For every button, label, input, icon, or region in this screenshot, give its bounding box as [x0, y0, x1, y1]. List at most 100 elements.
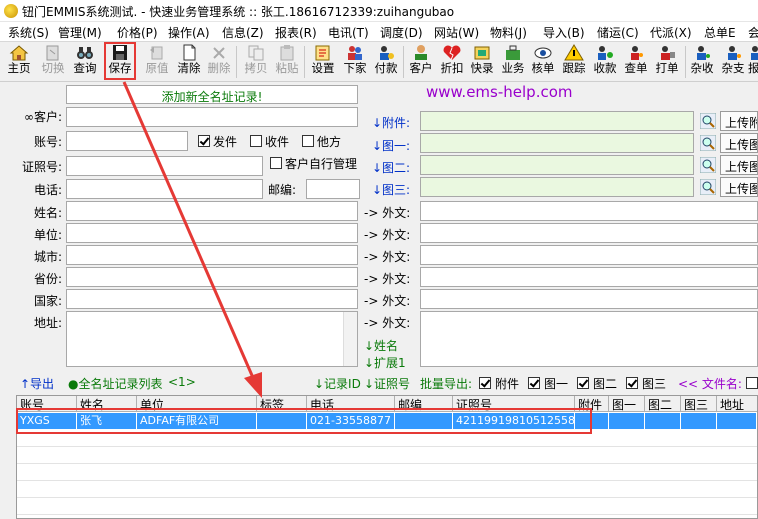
menu-master-order[interactable]: 总单E [704, 24, 736, 41]
other-party-checkbox[interactable] [302, 135, 314, 147]
province-input[interactable] [66, 267, 358, 287]
grid-line [17, 480, 757, 481]
col-header-pic1[interactable]: 图一 [609, 396, 645, 412]
export-pic1-checkbox[interactable] [528, 377, 540, 389]
upload-pic3-button[interactable]: 上传图 [720, 177, 758, 197]
account-input[interactable] [66, 131, 188, 151]
pic2-label[interactable]: ↓图二: [372, 159, 410, 176]
menu-info[interactable]: 信息(Z) [222, 24, 264, 41]
license-no-link[interactable]: ↓证照号 [364, 375, 410, 392]
self-manage-checkbox[interactable] [270, 157, 282, 169]
upload-pic2-button[interactable]: 上传图 [720, 155, 758, 175]
upload-pic1-button[interactable]: 上传图 [720, 133, 758, 153]
other-party-label: 他方 [317, 135, 342, 149]
col-header-pic2[interactable]: 图二 [645, 396, 681, 412]
upload-attach-button[interactable]: 上传附 [720, 111, 758, 131]
app-window: 钮门EMMIS系统测试. - 快速业务管理系统 :: 张工.1861671233… [0, 0, 758, 519]
home-icon [9, 44, 29, 61]
magnifier-icon[interactable] [699, 156, 717, 174]
settings-icon [313, 44, 333, 61]
country-input[interactable] [66, 289, 358, 309]
site-url[interactable]: www.ems-help.com [426, 83, 573, 101]
menu-import[interactable]: 导入(B) [543, 24, 585, 41]
foreign-address-textarea[interactable] [420, 311, 758, 367]
collect-icon [595, 44, 615, 61]
magnifier-icon[interactable] [699, 134, 717, 152]
sender-checkbox[interactable] [198, 135, 210, 147]
down-name-link[interactable]: ↓姓名 [364, 337, 398, 354]
restore-icon [147, 44, 167, 61]
grid-line [17, 514, 757, 515]
attach-input[interactable] [420, 111, 694, 131]
window-title: 钮门EMMIS系统测试. - 快速业务管理系统 :: 张工.1861671233… [22, 5, 455, 19]
export-attach-label: 附件 [495, 377, 520, 391]
print-order-button[interactable]: 打单 [652, 43, 682, 81]
foreign-country-input[interactable] [420, 289, 758, 309]
menu-report[interactable]: 报表(R) [275, 24, 317, 41]
query-button[interactable]: 查询 [70, 43, 100, 81]
misc-collect-icon [692, 44, 712, 61]
misc-pay-button[interactable]: 杂支 [718, 43, 748, 81]
foreign-address-label: -> 外文: [364, 316, 411, 330]
down-ext-link[interactable]: ↓扩展1 [364, 354, 406, 371]
menu-storage[interactable]: 储运(C) [597, 24, 639, 41]
pic1-input[interactable] [420, 133, 694, 153]
menu-website[interactable]: 网站(W) [434, 24, 479, 41]
filename-checkbox[interactable] [746, 377, 758, 389]
export-pic2-checkbox[interactable] [577, 377, 589, 389]
magnifier-icon[interactable] [699, 112, 717, 130]
license-label: 证照号: [21, 160, 62, 174]
receiver-checkbox[interactable] [250, 135, 262, 147]
unit-input[interactable] [66, 223, 358, 243]
business-icon [503, 44, 523, 61]
grid-line [17, 446, 757, 447]
magnifier-icon[interactable] [699, 178, 717, 196]
delete-button[interactable]: 删除 [204, 43, 234, 81]
grid-line [17, 497, 757, 498]
payment-button[interactable]: 付款 [371, 43, 401, 81]
title-bar: 钮门EMMIS系统测试. - 快速业务管理系统 :: 张工.1861671233… [0, 0, 758, 22]
address-scrollbar[interactable] [343, 312, 357, 366]
province-label: 省份: [33, 272, 62, 286]
customer-input[interactable] [66, 107, 358, 127]
foreign-name-input[interactable] [420, 201, 758, 221]
license-input[interactable] [66, 156, 263, 176]
city-input[interactable] [66, 245, 358, 265]
menu-price[interactable]: 价格(P) [117, 24, 158, 41]
menu-bar: 系统(S) 管理(M) 价格(P) 操作(A) 信息(Z) 报表(R) 电讯(T… [0, 22, 758, 42]
menu-system[interactable]: 系统(S) [8, 24, 49, 41]
warning-icon [564, 44, 584, 61]
address-textarea[interactable] [66, 311, 358, 367]
broken-heart-icon [442, 44, 462, 61]
menu-manage[interactable]: 管理(M) [58, 24, 102, 41]
export-link[interactable]: ↑导出 [20, 375, 54, 392]
export-attach-checkbox[interactable] [479, 377, 491, 389]
attach-label[interactable]: ↓附件: [372, 114, 410, 131]
zip-input[interactable] [306, 179, 360, 199]
more-button[interactable]: 报 [748, 43, 758, 81]
paste-button[interactable]: 粘贴 [272, 43, 302, 81]
phone-input[interactable] [66, 179, 263, 199]
menu-operation[interactable]: 操作(A) [168, 24, 210, 41]
menu-delivery[interactable]: 代派(X) [650, 24, 692, 41]
menu-material[interactable]: 物料(J) [490, 24, 527, 41]
export-pic3-checkbox[interactable] [626, 377, 638, 389]
record-id-link[interactable]: ↓记录ID [314, 375, 361, 392]
name-input[interactable] [66, 201, 358, 221]
col-header-pic3[interactable]: 图三 [681, 396, 717, 412]
foreign-province-input[interactable] [420, 267, 758, 287]
pic3-label[interactable]: ↓图三: [372, 181, 410, 198]
pic2-input[interactable] [420, 155, 694, 175]
foreign-unit-input[interactable] [420, 223, 758, 243]
menu-dispatch[interactable]: 调度(D) [380, 24, 423, 41]
unit-label: 单位: [33, 228, 62, 242]
col-header-address[interactable]: 地址 [717, 396, 757, 412]
foreign-city-input[interactable] [420, 245, 758, 265]
menu-more[interactable]: 会 [748, 24, 758, 41]
city-label: 城市: [33, 250, 62, 264]
pic1-label[interactable]: ↓图一: [372, 137, 410, 154]
row-highlight-box [16, 408, 592, 434]
pic3-input[interactable] [420, 177, 694, 197]
home-button[interactable]: 主页 [4, 43, 34, 81]
menu-telecom[interactable]: 电讯(T) [328, 24, 369, 41]
